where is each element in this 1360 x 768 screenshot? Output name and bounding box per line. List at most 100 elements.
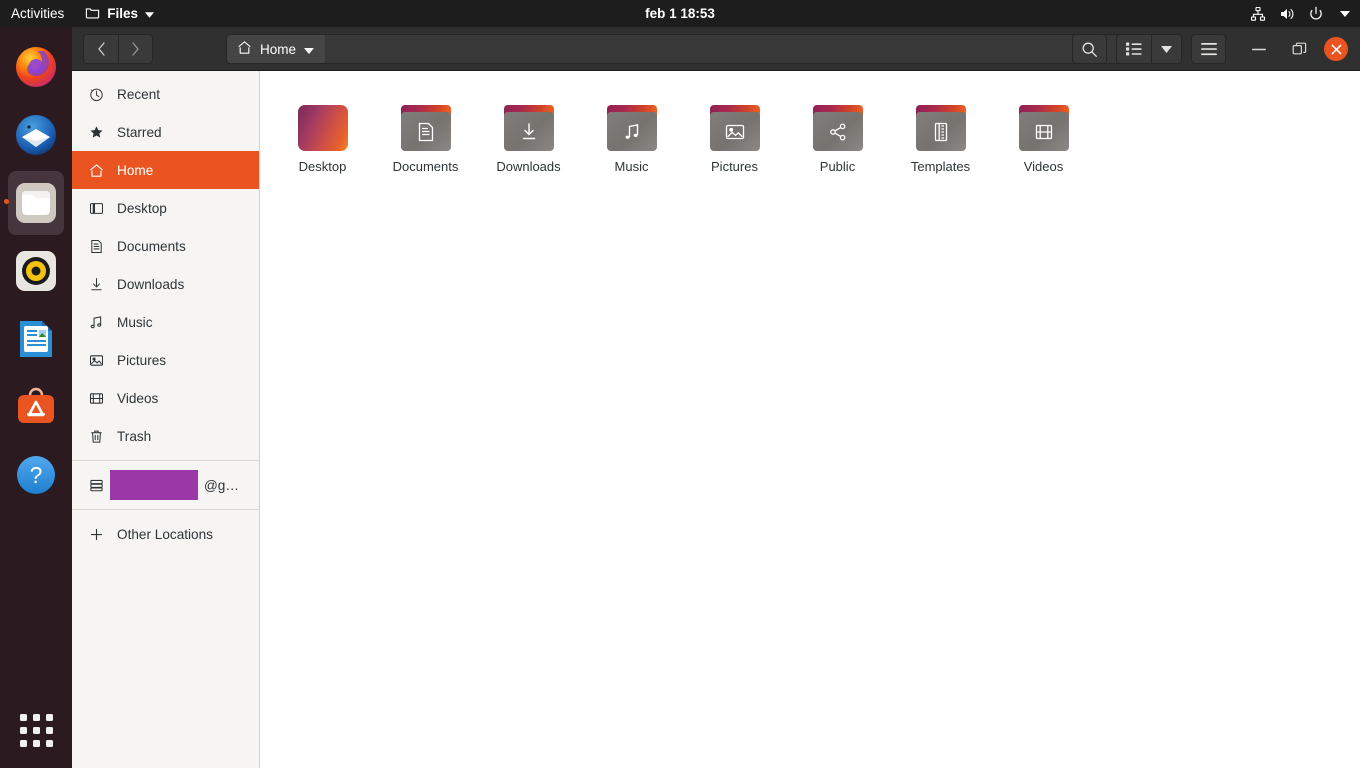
folder-icon [503, 105, 554, 151]
forward-button[interactable] [118, 33, 153, 64]
download-icon [504, 112, 554, 151]
main-menu-button[interactable] [1191, 34, 1226, 64]
image-icon [88, 352, 104, 368]
file-item-pictures[interactable]: Pictures [683, 101, 786, 174]
file-item-downloads[interactable]: Downloads [477, 101, 580, 174]
view-options-button[interactable] [1151, 34, 1182, 64]
chevron-down-icon[interactable] [304, 42, 315, 57]
file-label: Templates [910, 159, 971, 174]
clock[interactable]: feb 1 18:53 [0, 6, 1360, 21]
sidebar-item-label: Videos [117, 390, 159, 406]
sidebar-item-trash[interactable]: Trash [72, 417, 259, 455]
file-item-documents[interactable]: Documents [374, 101, 477, 174]
sidebar-item-videos[interactable]: Videos [72, 379, 259, 417]
files-window: Home Recent Starred Home Desktop Documen… [72, 27, 1360, 768]
clock-icon [88, 86, 104, 102]
volume-icon [1278, 5, 1296, 23]
thunderbird-icon [12, 111, 60, 159]
document-icon [401, 112, 451, 151]
dock-item-rhythmbox[interactable] [4, 237, 68, 305]
back-button[interactable] [83, 33, 118, 64]
wallpaper-thumbnail-icon [297, 105, 348, 151]
sidebar-item-mount[interactable]: @g… [72, 466, 259, 504]
activities-button[interactable]: Activities [0, 0, 77, 27]
sidebar-item-pictures[interactable]: Pictures [72, 341, 259, 379]
dock-item-firefox[interactable] [4, 33, 68, 101]
sidebar-item-label: Home [117, 162, 154, 178]
sidebar-item-other-locations[interactable]: Other Locations [72, 515, 259, 553]
home-icon [237, 40, 252, 58]
file-grid: Desktop Documents Downloads Music Pictur… [271, 101, 1360, 174]
sidebar-item-downloads[interactable]: Downloads [72, 265, 259, 303]
music-icon [607, 112, 657, 151]
file-label: Documents [392, 159, 459, 174]
libreoffice-writer-icon [12, 315, 60, 363]
folder-icon [606, 105, 657, 151]
close-button[interactable] [1324, 37, 1348, 61]
video-icon [88, 390, 104, 406]
show-applications-button[interactable] [0, 698, 72, 762]
file-list-area[interactable]: Desktop Documents Downloads Music Pictur… [261, 71, 1360, 768]
sidebar-item-home[interactable]: Home [72, 151, 259, 189]
sidebar-item-label: Documents [117, 238, 186, 254]
sidebar-divider [72, 460, 259, 461]
sidebar-item-recent[interactable]: Recent [72, 75, 259, 113]
navigation-buttons [83, 33, 153, 64]
system-tray[interactable] [1249, 0, 1354, 27]
breadcrumb-home[interactable]: Home [227, 35, 326, 63]
folder-icon [812, 105, 863, 151]
files-icon [12, 179, 60, 227]
file-label: Downloads [496, 159, 561, 174]
folder-icon [400, 105, 451, 151]
star-icon [88, 124, 104, 140]
view-mode-buttons [1116, 34, 1182, 64]
sidebar-item-music[interactable]: Music [72, 303, 259, 341]
sidebar-item-starred[interactable]: Starred [72, 113, 259, 151]
file-label: Music [614, 159, 649, 174]
sidebar: Recent Starred Home Desktop Documents Do… [72, 71, 260, 768]
path-bar[interactable]: Home [226, 34, 1140, 64]
file-item-videos[interactable]: Videos [992, 101, 1095, 174]
dock-item-files[interactable] [4, 169, 68, 237]
home-icon [88, 162, 104, 178]
folder-icon [1018, 105, 1069, 151]
search-button[interactable] [1072, 34, 1107, 64]
grid-icon [19, 713, 53, 747]
rhythmbox-icon [12, 247, 60, 295]
sidebar-item-label: Pictures [117, 352, 167, 368]
file-item-public[interactable]: Public [786, 101, 889, 174]
trash-icon [88, 428, 104, 444]
folder-icon [709, 105, 760, 151]
sidebar-item-documents[interactable]: Documents [72, 227, 259, 265]
dock-item-ubuntu-software[interactable] [4, 373, 68, 441]
minimize-button[interactable] [1244, 34, 1274, 64]
dock-item-thunderbird[interactable] [4, 101, 68, 169]
maximize-button[interactable] [1284, 34, 1314, 64]
dock-item-libreoffice-writer[interactable] [4, 305, 68, 373]
image-icon [710, 112, 760, 151]
top-bar: Activities Files feb 1 18:53 [0, 0, 1360, 27]
sidebar-divider [72, 509, 259, 510]
app-menu-button[interactable]: Files [77, 5, 162, 23]
sidebar-item-label: Recent [117, 86, 161, 102]
ubuntu-software-icon [12, 383, 60, 431]
sidebar-item-desktop[interactable]: Desktop [72, 189, 259, 227]
sidebar-item-label: Desktop [117, 200, 167, 216]
document-icon [88, 238, 104, 254]
file-item-templates[interactable]: Templates [889, 101, 992, 174]
file-label: Public [819, 159, 856, 174]
network-icon [1249, 5, 1267, 23]
header-bar-actions [1072, 27, 1360, 71]
list-view-button[interactable] [1116, 34, 1151, 64]
plus-icon [88, 526, 104, 542]
video-icon [1019, 112, 1069, 151]
sidebar-item-label: Starred [117, 124, 162, 140]
file-item-music[interactable]: Music [580, 101, 683, 174]
dock-item-help[interactable]: ? [4, 441, 68, 509]
redacted-username [110, 470, 198, 500]
folder-icon [915, 105, 966, 151]
power-icon [1307, 5, 1325, 23]
file-item-desktop[interactable]: Desktop [271, 101, 374, 174]
file-label: Videos [1023, 159, 1064, 174]
sidebar-mount-label: @g… [204, 477, 239, 493]
